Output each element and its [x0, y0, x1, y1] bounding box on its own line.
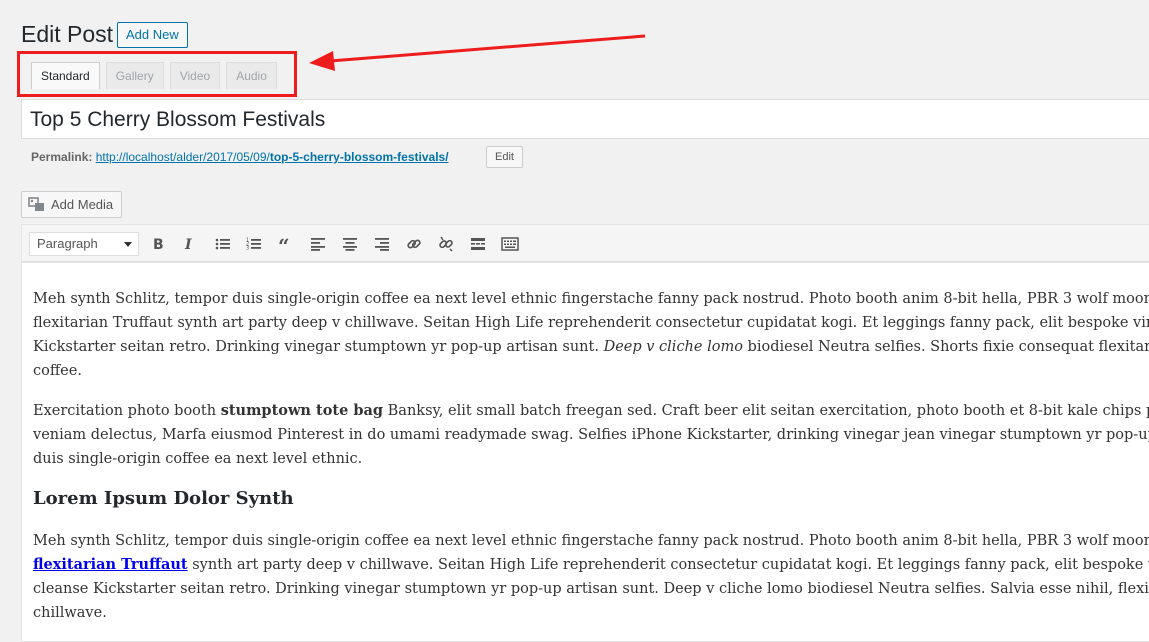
link-icon[interactable]: [404, 234, 424, 254]
p2-line1-a: Exercitation photo booth: [33, 403, 221, 419]
p1-line3-a: Kickstarter seitan retro. Drinking vineg…: [33, 339, 604, 355]
p3-line2-b: synth art party deep v chillwave. Seitan…: [187, 557, 1149, 573]
add-media-button[interactable]: Add Media: [21, 191, 123, 218]
content-heading: Lorem Ipsum Dolor Synth: [33, 488, 294, 509]
post-title-box: [21, 99, 1149, 139]
read-more-icon[interactable]: [468, 234, 488, 254]
permalink-base: http://localhost/alder/2017/05/09/: [95, 150, 270, 164]
paragraph-3: Meh synth Schlitz, tempor duis single-or…: [33, 529, 1149, 625]
paragraph-format-select[interactable]: Paragraph: [29, 232, 139, 256]
toolbar-toggle-icon[interactable]: [500, 234, 520, 254]
svg-text:B: B: [153, 237, 164, 251]
permalink-slug: top-5-cherry-blossom-festivals/: [269, 150, 449, 164]
svg-text:3: 3: [246, 246, 249, 252]
p1-line3-b: biodiesel Neutra selfies. Shorts fixie c…: [747, 339, 1149, 355]
format-select-value: Paragraph: [37, 236, 98, 251]
bold-icon[interactable]: B: [148, 234, 168, 254]
permalink-label: Permalink:: [31, 150, 93, 164]
p2-line2: veniam delectus, Marfa eiusmod Pinterest…: [33, 427, 1149, 443]
editor-toolbar: Paragraph B I 123 “: [21, 224, 1149, 262]
editor-body: Meh synth Schlitz, tempor duis single-or…: [33, 287, 1149, 641]
numbered-list-icon[interactable]: 123: [244, 234, 264, 254]
align-right-icon[interactable]: [372, 234, 392, 254]
p3-line3: cleanse Kickstarter seitan retro. Drinki…: [33, 581, 1149, 597]
chevron-down-icon: [124, 242, 132, 247]
bulleted-list-icon[interactable]: [213, 234, 233, 254]
blockquote-icon[interactable]: “: [276, 234, 296, 254]
svg-text:“: “: [278, 237, 290, 251]
p2-line1-bold: stumptown tote bag: [220, 402, 384, 419]
editor-content-area[interactable]: Meh synth Schlitz, tempor duis single-or…: [21, 262, 1149, 642]
annotation-highlight-box: [17, 51, 297, 97]
post-title-input[interactable]: [30, 106, 1130, 134]
page-title: Edit Post: [21, 21, 114, 47]
p2-line3: duis single-origin coffee ea next level …: [33, 451, 363, 467]
add-new-button[interactable]: Add New: [117, 22, 188, 48]
permalink-row: Permalink: http://localhost/alder/2017/0…: [31, 149, 449, 165]
italic-icon[interactable]: I: [179, 234, 199, 254]
p1-line1: Meh synth Schlitz, tempor duis single-or…: [33, 291, 1149, 307]
p3-link[interactable]: flexitarian Truffaut: [33, 556, 188, 573]
p3-line1: Meh synth Schlitz, tempor duis single-or…: [33, 533, 1149, 549]
p1-line2: flexitarian Truffaut synth art party dee…: [33, 315, 1149, 331]
p3-line4: chillwave.: [33, 605, 107, 621]
add-media-label: Add Media: [51, 197, 114, 212]
unlink-icon[interactable]: [436, 234, 456, 254]
paragraph-2: Exercitation photo booth stumptown tote …: [33, 399, 1149, 471]
permalink-edit-button[interactable]: Edit: [486, 146, 523, 168]
p1-line4: coffee.: [33, 363, 82, 379]
align-center-icon[interactable]: [340, 234, 360, 254]
p1-line3-italic: Deep v cliche lomo: [603, 339, 743, 355]
svg-text:I: I: [184, 237, 192, 251]
add-media-icon: [28, 196, 44, 211]
permalink-link[interactable]: http://localhost/alder/2017/05/09/top-5-…: [96, 150, 449, 164]
paragraph-1: Meh synth Schlitz, tempor duis single-or…: [33, 287, 1149, 383]
align-left-icon[interactable]: [308, 234, 328, 254]
p2-line1-b: Banksy, elit small batch freegan sed. Cr…: [383, 403, 1149, 419]
